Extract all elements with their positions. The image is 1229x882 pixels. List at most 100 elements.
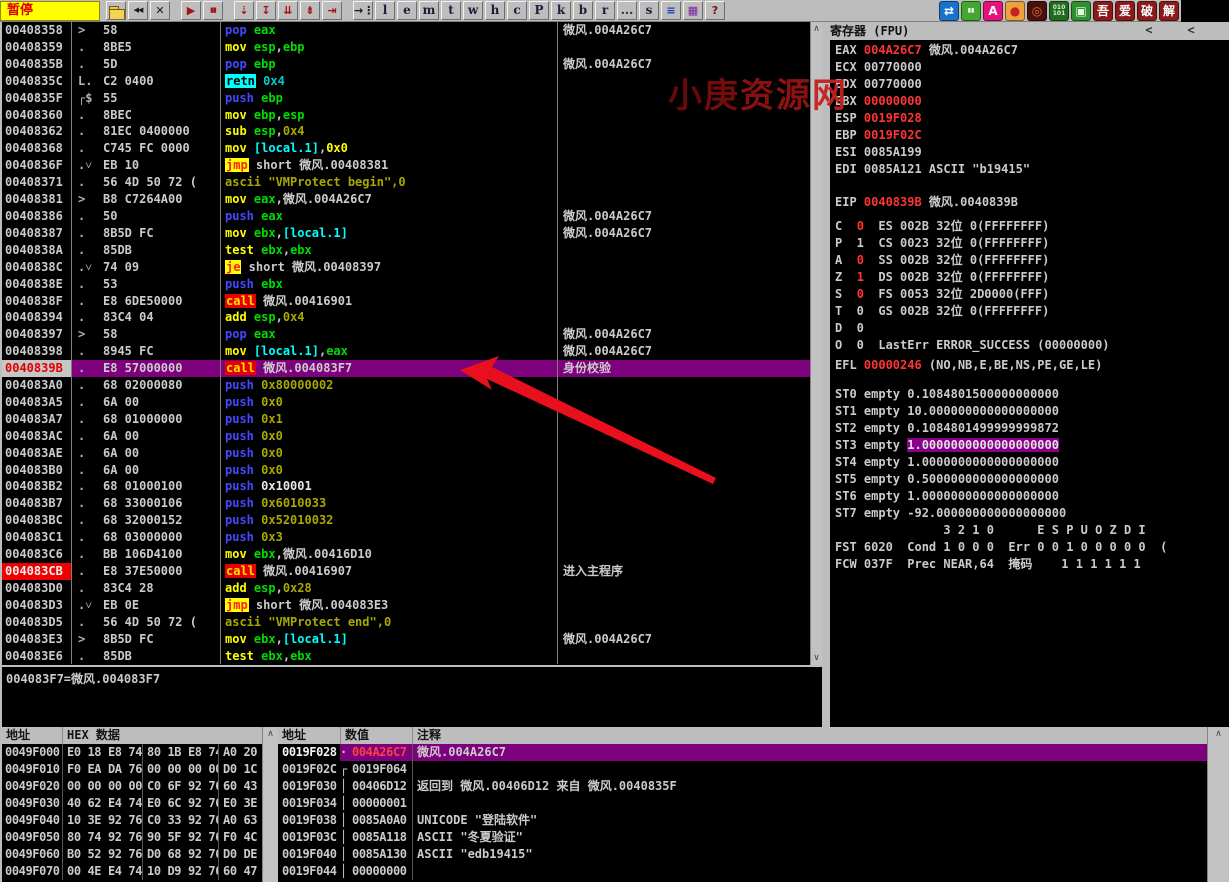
disasm-row[interactable]: 004083C1.68 03000000push 0x3 <box>2 529 810 546</box>
window-button-c[interactable]: c <box>507 1 527 20</box>
options-button[interactable]: ▦ <box>683 1 703 20</box>
plugin-window-icon[interactable]: ▣ <box>1071 1 1091 21</box>
register-line[interactable]: ST6 empty 1.0000000000000000000 <box>830 488 1229 505</box>
disasm-row[interactable]: 004083A0.68 02000080push 0x80000002 <box>2 377 810 394</box>
window-button-l[interactable]: l <box>375 1 395 20</box>
dump-row[interactable]: 0049F060B0 52 92 76D0 68 92 76D0 DE <box>2 846 262 863</box>
register-line[interactable]: A 0 SS 002B 32位 0(FFFFFFFF) <box>830 252 1229 269</box>
disasm-row[interactable]: 00408394.83C4 04add esp,0x4 <box>2 309 810 326</box>
disasm-row[interactable]: 0040835B.5Dpop ebp微风.004A26C7 <box>2 56 810 73</box>
plugin-po-icon[interactable]: 破 <box>1137 1 1157 21</box>
dump-row[interactable]: 0049F05080 74 92 7690 5F 92 76F0 4C <box>2 829 262 846</box>
register-line[interactable]: EDI 0085A121 ASCII "b19415" <box>830 161 1229 178</box>
plugin-binary-icon[interactable]: 010 101 <box>1049 1 1069 21</box>
disasm-row[interactable]: 00408398.8945 FCmov [local.1],eax微风.004A… <box>2 343 810 360</box>
disasm-row[interactable]: 00408386.50push eax微风.004A26C7 <box>2 208 810 225</box>
disasm-row[interactable]: 004083A7.68 01000000push 0x1 <box>2 411 810 428</box>
register-line[interactable]: EFL 00000246 (NO,NB,E,BE,NS,PE,GE,LE) <box>830 357 1229 374</box>
execute-till-return-button[interactable]: ⇥ <box>322 1 342 20</box>
disasm-row[interactable]: 0040835F┌$55push ebp <box>2 90 810 107</box>
disasm-row[interactable]: 00408359.8BE5mov esp,ebp <box>2 39 810 56</box>
plugin-ai-icon[interactable]: 爱 <box>1115 1 1135 21</box>
dump-row[interactable]: 0049F03040 62 E4 74E0 6C 92 76E0 3E <box>2 795 262 812</box>
disasm-row[interactable]: 004083C6.BB 106D4100mov ebx,微风.00416D10 <box>2 546 810 563</box>
disasm-row[interactable]: 004083BC.68 32000152push 0x52010032 <box>2 512 810 529</box>
disasm-row[interactable]: 004083B2.68 01000100push 0x10001 <box>2 478 810 495</box>
stack-row[interactable]: 0019F03C│0085A118ASCII "冬夏验证" <box>278 829 1207 846</box>
disasm-row[interactable]: 00408360.8BECmov ebp,esp <box>2 107 810 124</box>
scroll-down-icon[interactable]: ∨ <box>811 652 822 664</box>
scroll-up-icon[interactable]: ∧ <box>263 728 278 740</box>
register-line[interactable]: ST5 empty 0.5000000000000000000 <box>830 471 1229 488</box>
windows-list-button[interactable]: ≡ <box>661 1 681 20</box>
disasm-row[interactable]: 0040835CL.C2 0400retn 0x4 <box>2 73 810 90</box>
register-line[interactable]: FST 6020 Cond 1 0 0 0 Err 0 0 1 0 0 0 0 … <box>830 539 1229 556</box>
window-button-P[interactable]: P <box>529 1 549 20</box>
stack-row[interactable]: 0019F040│0085A130ASCII "edb19415" <box>278 846 1207 863</box>
plugin-dot-icon[interactable]: ● <box>1005 1 1025 21</box>
disasm-row[interactable]: 00408397>58pop eax微风.004A26C7 <box>2 326 810 343</box>
disasm-row[interactable]: 0040838E.53push ebx <box>2 276 810 293</box>
disassembly-scrollbar[interactable]: ∧ ∨ <box>810 22 822 665</box>
window-button-h[interactable]: h <box>485 1 505 20</box>
stack-row[interactable]: 0019F038│0085A0A0UNICODE "登陆软件" <box>278 812 1207 829</box>
register-line[interactable]: ST0 empty 0.1084801500000000000 <box>830 386 1229 403</box>
register-line[interactable]: ESI 0085A199 <box>830 144 1229 161</box>
disasm-row[interactable]: 004083A5.6A 00push 0x0 <box>2 394 810 411</box>
disasm-row[interactable]: 004083AE.6A 00push 0x0 <box>2 445 810 462</box>
disasm-row[interactable]: 004083AC.6A 00push 0x0 <box>2 428 810 445</box>
disasm-row[interactable]: 004083CB.E8 37E50000call 微风.00416907进入主程… <box>2 563 810 580</box>
restart-button[interactable]: ◀◀ <box>128 1 148 20</box>
disasm-row[interactable]: 00408381>B8 C7264A00mov eax,微风.004A26C7 <box>2 191 810 208</box>
stack-row[interactable]: 0019F034│00000001 <box>278 795 1207 812</box>
plugin-pause-icon[interactable]: ▮▮ <box>961 1 981 21</box>
close-button[interactable]: ✕ <box>150 1 170 20</box>
scroll-up-icon[interactable]: ∧ <box>811 23 822 35</box>
plugin-swap-icon[interactable]: ⇄ <box>939 1 959 21</box>
animate-over-button[interactable]: ⇟ <box>300 1 320 20</box>
open-file-button[interactable] <box>106 1 126 20</box>
disasm-row[interactable]: 004083B7.68 33000106push 0x6010033 <box>2 495 810 512</box>
window-button-r[interactable]: r <box>595 1 615 20</box>
register-line[interactable]: T 0 GS 002B 32位 0(FFFFFFFF) <box>830 303 1229 320</box>
register-line[interactable]: EBP 0019F02C <box>830 127 1229 144</box>
window-button-k[interactable]: k <box>551 1 571 20</box>
plugin-target-icon[interactable]: ◎ <box>1027 1 1047 21</box>
register-line[interactable]: ST4 empty 1.0000000000000000000 <box>830 454 1229 471</box>
register-line[interactable]: P 1 CS 0023 32位 0(FFFFFFFF) <box>830 235 1229 252</box>
register-line[interactable]: O 0 LastErr ERROR_SUCCESS (00000000) <box>830 337 1229 354</box>
register-line[interactable]: FCW 037F Prec NEAR,64 掩码 1 1 1 1 1 1 <box>830 556 1229 573</box>
plugin-jie-icon[interactable]: 解 <box>1159 1 1179 21</box>
window-button-s[interactable]: s <box>639 1 659 20</box>
disasm-row[interactable]: 00408358>58pop eax微风.004A26C7 <box>2 22 810 39</box>
disasm-row[interactable]: 0040838F.E8 6DE50000call 微风.00416901 <box>2 293 810 310</box>
disasm-row[interactable]: 00408371.56 4D 50 72 (ascii "VMProtect b… <box>2 174 810 191</box>
disasm-row[interactable]: 004083D3.˅EB 0Ejmp short 微风.004083E3 <box>2 597 810 614</box>
dump-row[interactable]: 0049F07000 4E E4 7410 D9 92 7660 47 <box>2 863 262 880</box>
stack-row[interactable]: 0019F02C┌0019F064 <box>278 761 1207 778</box>
window-button-run-trace[interactable]: ... <box>617 1 637 20</box>
go-to-button[interactable]: →⋮ <box>353 1 373 20</box>
help-button[interactable]: ? <box>705 1 725 20</box>
register-line[interactable]: S 0 FS 0053 32位 2D0000(FFF) <box>830 286 1229 303</box>
stack-row[interactable]: 0019F044│00000000 <box>278 863 1207 880</box>
step-over-button[interactable]: ↧ <box>256 1 276 20</box>
disasm-row[interactable]: 004083D0.83C4 28add esp,0x28 <box>2 580 810 597</box>
window-button-t[interactable]: t <box>441 1 461 20</box>
register-line[interactable]: ESP 0019F028 <box>830 110 1229 127</box>
register-line[interactable]: ECX 00770000 <box>830 59 1229 76</box>
disasm-row[interactable]: 0040838A.85DBtest ebx,ebx <box>2 242 810 259</box>
stack-row[interactable]: 0019F028·004A26C7微风.004A26C7 <box>278 744 1207 761</box>
register-line[interactable]: EIP 0040839B 微风.0040839B <box>830 194 1229 211</box>
dump-row[interactable]: 0049F02000 00 00 00C0 6F 92 7660 43 <box>2 778 262 795</box>
plugin-a-icon[interactable]: A <box>983 1 1003 21</box>
dump-row[interactable]: 0049F010F0 EA DA 7600 00 00 00D0 1C <box>2 761 262 778</box>
register-line[interactable]: ST3 empty 1.0000000000000000000 <box>830 437 1229 454</box>
disasm-row[interactable]: 00408362.81EC 0400000sub esp,0x4 <box>2 123 810 140</box>
register-line[interactable]: ST1 empty 10.000000000000000000 <box>830 403 1229 420</box>
scroll-up-icon[interactable]: ∧ <box>1208 728 1229 740</box>
disasm-row[interactable]: 0040838C.˅74 09je short 微风.00408397 <box>2 259 810 276</box>
register-line[interactable]: ST7 empty -92.000000000000000000 <box>830 505 1229 522</box>
plugin-wu-icon[interactable]: 吾 <box>1093 1 1113 21</box>
register-line[interactable]: C 0 ES 002B 32位 0(FFFFFFFF) <box>830 218 1229 235</box>
